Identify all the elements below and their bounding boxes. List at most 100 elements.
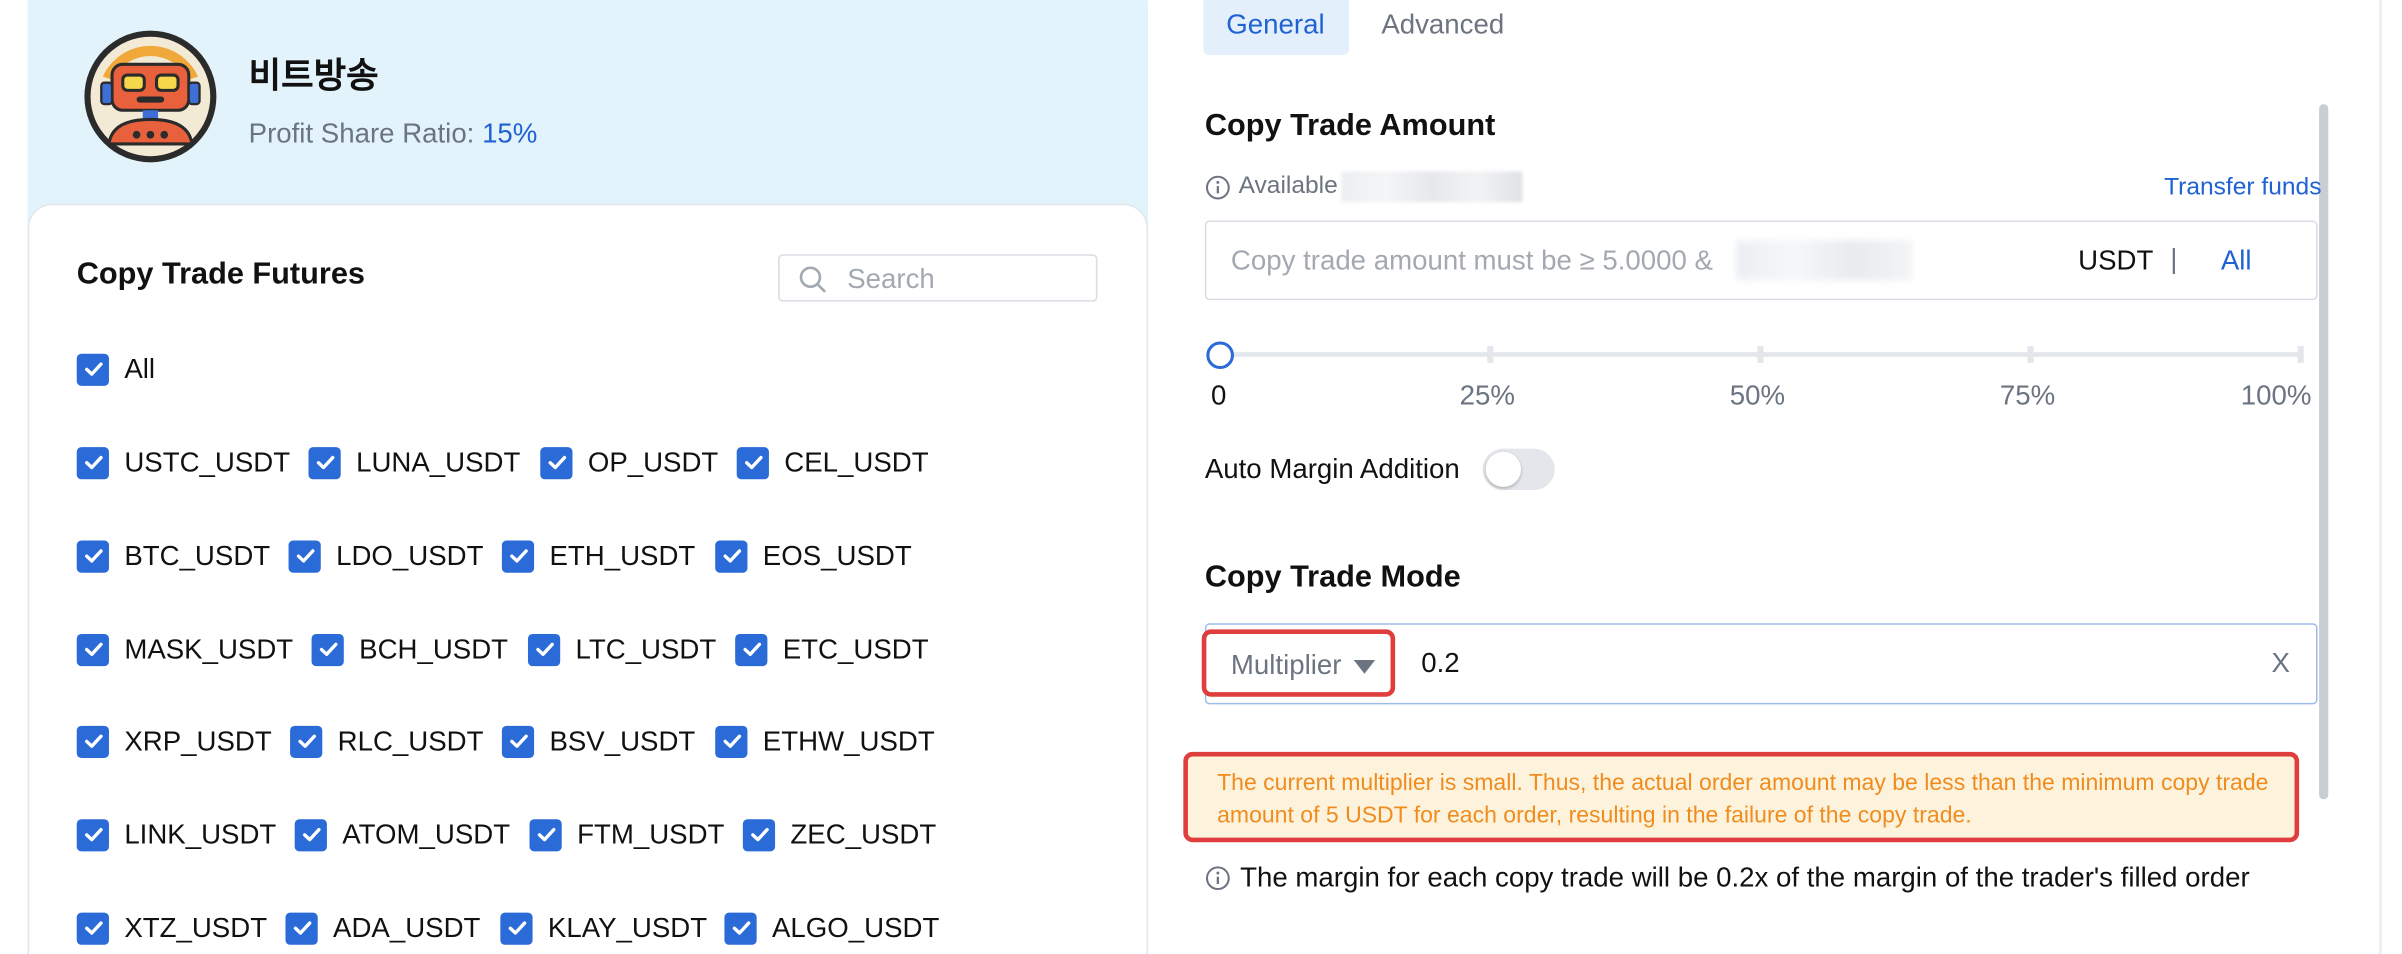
checkbox-futures-item[interactable]: OP_USDT xyxy=(540,446,718,480)
copy-trade-amount-title: Copy Trade Amount xyxy=(1204,108,1496,143)
checkbox-checked-icon xyxy=(294,818,327,851)
profit-share-label: Profit Share Ratio: xyxy=(248,117,475,149)
amount-unit: USDT xyxy=(2078,245,2154,276)
checkbox-futures-item[interactable]: BSV_USDT xyxy=(501,724,696,758)
checkbox-futures-item[interactable]: ATOM_USDT xyxy=(294,818,511,852)
checkbox-futures-item[interactable]: FTM_USDT xyxy=(529,818,724,852)
futures-item-label: ETHW_USDT xyxy=(762,725,935,756)
checkbox-checked-icon xyxy=(76,633,109,666)
checkbox-all[interactable]: All xyxy=(76,352,155,386)
checkbox-checked-icon xyxy=(76,539,109,572)
checkbox-checked-icon xyxy=(724,911,757,945)
futures-search-input[interactable]: Search xyxy=(778,254,1098,302)
copy-trade-mode-title: Copy Trade Mode xyxy=(1204,560,1461,595)
futures-item-label: RLC_USDT xyxy=(337,725,484,756)
clear-button[interactable]: X xyxy=(2272,648,2290,680)
slider-label: 75% xyxy=(1999,379,2056,411)
checkbox-futures-item[interactable]: LUNA_USDT xyxy=(308,446,520,480)
checkbox-checked-icon xyxy=(742,818,776,851)
amount-slider-handle[interactable] xyxy=(1206,341,1234,370)
checkbox-checked-icon xyxy=(308,446,341,479)
slider-tick xyxy=(2297,346,2304,363)
stage: 비트방송 Profit Share Ratio: 15% Copy Trade … xyxy=(0,0,2402,954)
futures-item-label: BCH_USDT xyxy=(359,633,509,664)
slider-label: 100% xyxy=(2240,379,2312,411)
futures-item-label: LTC_USDT xyxy=(575,633,717,664)
checkbox-futures-item[interactable]: XRP_USDT xyxy=(76,724,272,758)
checkbox-futures-item[interactable]: ALGO_USDT xyxy=(724,911,939,945)
futures-item-label: BTC_USDT xyxy=(124,539,271,571)
mode-select-dropdown[interactable]: Multiplier xyxy=(1201,629,1396,697)
checkbox-futures-item[interactable]: ETHW_USDT xyxy=(715,724,935,758)
profit-share-ratio: Profit Share Ratio: 15% xyxy=(249,118,538,150)
checkbox-futures-item[interactable]: BCH_USDT xyxy=(311,632,509,666)
futures-item-label: EOS_USDT xyxy=(762,539,912,571)
checkbox-checked-icon xyxy=(529,818,562,851)
checkbox-futures-item[interactable]: BTC_USDT xyxy=(76,539,271,573)
futures-item-label: ADA_USDT xyxy=(333,911,481,943)
futures-item-label: OP_USDT xyxy=(587,446,719,477)
margin-note: The margin for each copy trade will be 0… xyxy=(1205,862,2250,894)
futures-item-label: CEL_USDT xyxy=(784,446,929,477)
tab-general[interactable]: General xyxy=(1203,0,1350,56)
search-placeholder: Search xyxy=(847,263,935,295)
caret-down-icon xyxy=(1353,659,1376,674)
futures-item-label: BSV_USDT xyxy=(549,725,696,756)
checkbox-checked-icon xyxy=(715,725,748,758)
search-icon xyxy=(799,266,826,293)
checkbox-futures-item[interactable]: ETC_USDT xyxy=(735,632,929,666)
slider-tick xyxy=(1487,346,1494,363)
auto-margin-toggle[interactable] xyxy=(1482,448,1555,491)
info-icon xyxy=(1205,866,1230,891)
slider-tick xyxy=(2027,346,2034,363)
transfer-funds-link[interactable]: Transfer funds xyxy=(2164,175,2321,203)
futures-item-label: LINK_USDT xyxy=(124,818,277,850)
futures-item-label: LUNA_USDT xyxy=(356,446,521,477)
warning-text: The current multiplier is small. Thus, t… xyxy=(1217,770,2269,829)
tab-general-label: General xyxy=(1226,9,1325,40)
mode-select-value: Multiplier xyxy=(1230,649,1342,680)
copy-trade-futures-title: Copy Trade Futures xyxy=(76,257,365,291)
checkbox-checked-icon xyxy=(288,539,321,572)
multiplier-value: 0.2 xyxy=(1421,647,1460,679)
slider-label: 50% xyxy=(1729,379,1786,411)
checkbox-checked-icon xyxy=(76,911,109,945)
checkbox-checked-icon xyxy=(540,446,573,479)
trader-name: 비트방송 xyxy=(248,55,379,95)
checkbox-futures-item[interactable]: EOS_USDT xyxy=(715,539,912,573)
checkbox-futures-item[interactable]: KLAY_USDT xyxy=(500,911,707,945)
scrollbar-thumb[interactable] xyxy=(2319,104,2329,800)
checkbox-futures-item[interactable]: CEL_USDT xyxy=(736,446,929,480)
futures-item-label: XRP_USDT xyxy=(124,725,272,756)
checkbox-futures-item[interactable]: RLC_USDT xyxy=(290,724,484,758)
checkbox-futures-item[interactable]: LTC_USDT xyxy=(527,632,717,666)
futures-item-label: KLAY_USDT xyxy=(547,911,708,943)
checkbox-checked-icon xyxy=(76,818,109,851)
checkbox-checked-icon xyxy=(311,633,344,666)
checkbox-checked-icon xyxy=(76,725,109,758)
checkbox-futures-item[interactable]: ZEC_USDT xyxy=(742,818,936,852)
available-label: Available xyxy=(1238,173,1338,200)
checkbox-checked-icon xyxy=(501,539,535,572)
tab-advanced[interactable]: Advanced xyxy=(1381,9,1504,41)
checkbox-checked-icon xyxy=(76,446,109,479)
available-value-redacted xyxy=(1340,171,1522,203)
checkbox-futures-item[interactable]: XTZ_USDT xyxy=(76,911,268,945)
checkbox-checked-icon xyxy=(500,911,533,945)
slider-label: 25% xyxy=(1459,379,1515,411)
amount-all-button[interactable]: All xyxy=(2221,245,2252,277)
checkbox-checked-icon xyxy=(501,725,535,758)
checkbox-futures-item[interactable]: USTC_USDT xyxy=(76,446,290,480)
futures-item-label: ATOM_USDT xyxy=(342,818,511,850)
futures-item-label: ALGO_USDT xyxy=(772,911,940,943)
futures-item-label: ETC_USDT xyxy=(782,633,929,664)
profit-share-value: 15% xyxy=(482,117,538,149)
checkbox-futures-item[interactable]: LINK_USDT xyxy=(76,818,277,852)
checkbox-futures-item[interactable]: ETH_USDT xyxy=(501,539,695,573)
copy-trade-amount-input[interactable]: Copy trade amount must be ≥ 5.0000 & USD… xyxy=(1204,220,2318,301)
checkbox-futures-item[interactable]: ADA_USDT xyxy=(285,911,480,945)
checkbox-futures-item[interactable]: MASK_USDT xyxy=(76,632,293,666)
checkbox-futures-item[interactable]: LDO_USDT xyxy=(288,539,484,573)
checkbox-checked-icon xyxy=(735,633,768,666)
futures-item-label: XTZ_USDT xyxy=(124,911,268,943)
